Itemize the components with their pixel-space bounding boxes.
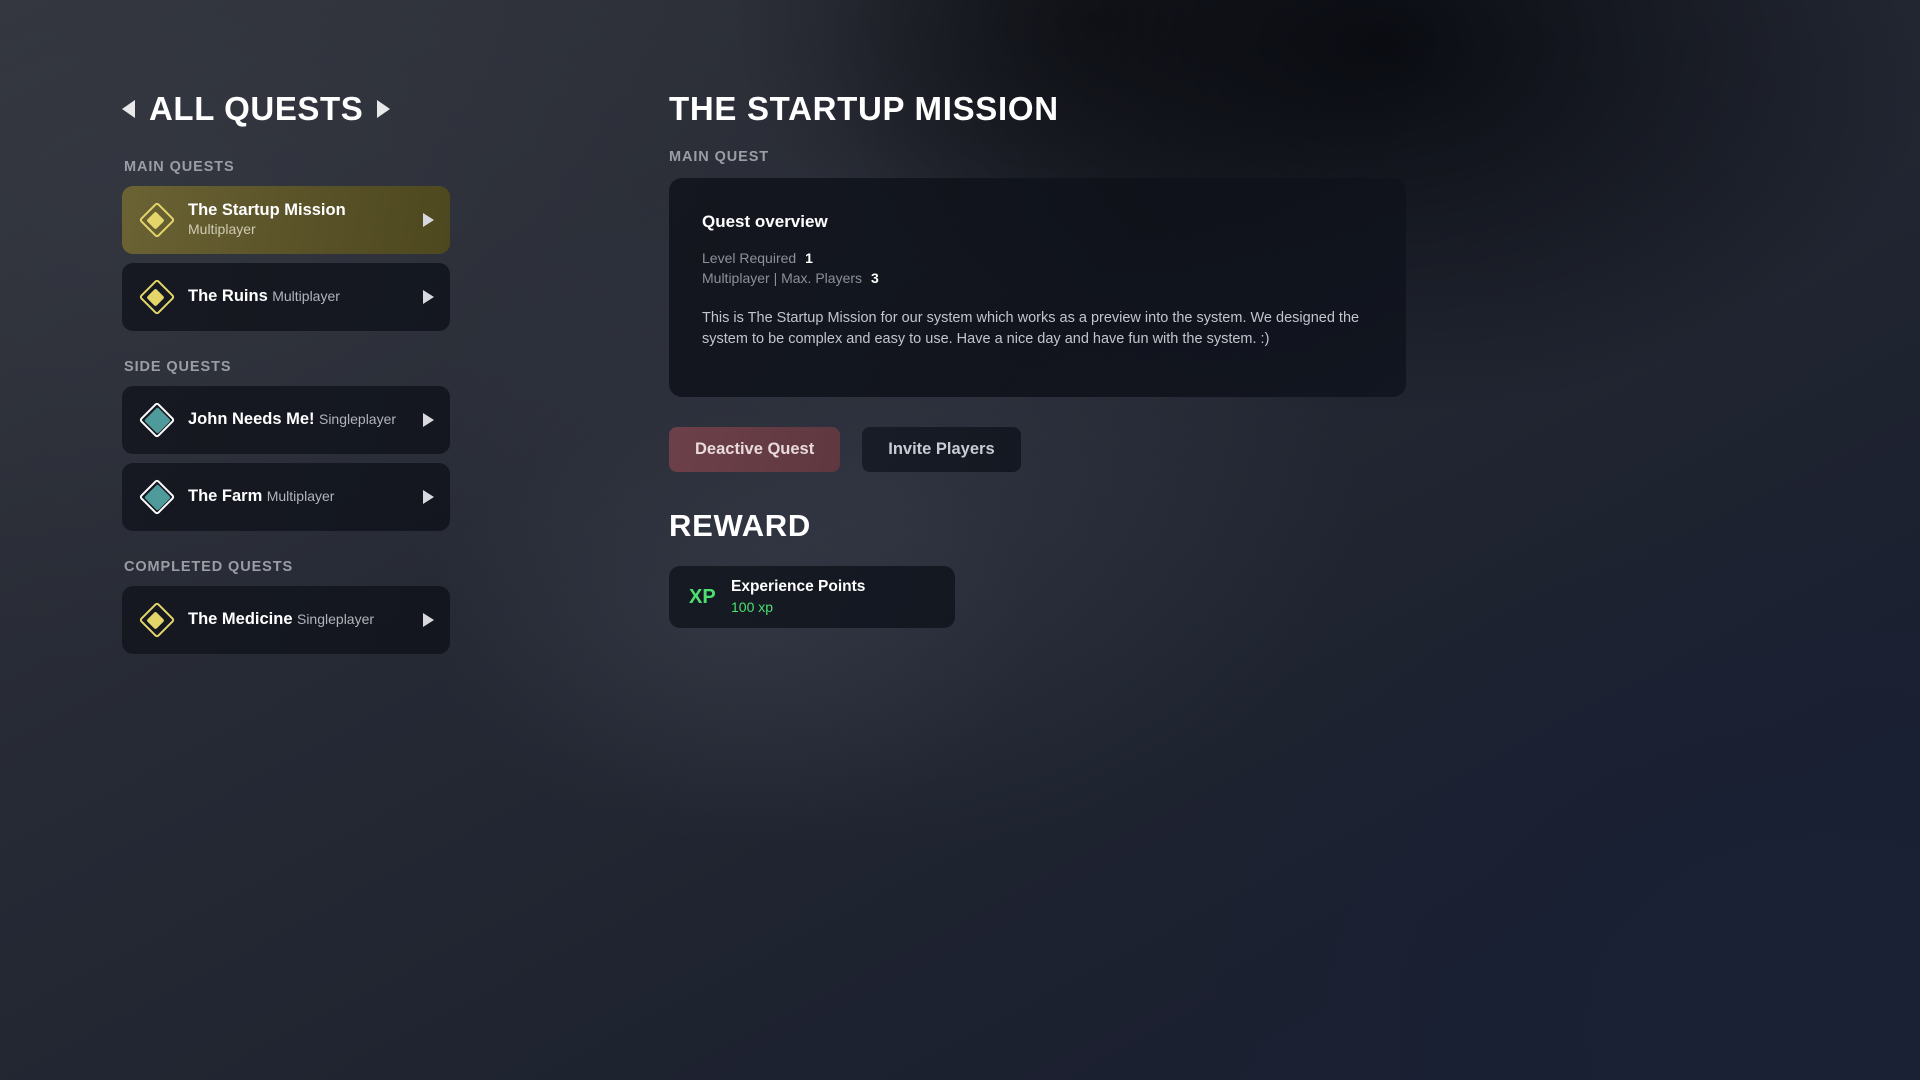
diamond-outline-icon — [138, 601, 176, 639]
reward-item-amount: 100 xp — [731, 599, 774, 616]
triangle-right-icon[interactable] — [423, 290, 434, 304]
group-label: SIDE QUESTS — [124, 359, 232, 375]
quest-item-texts: John Needs Me! Singleplayer — [174, 410, 415, 430]
quest-item-texts: The Startup Mission Multiplayer — [174, 201, 415, 239]
group-label: COMPLETED QUESTS — [124, 559, 294, 575]
quest-group-side: SIDE QUESTS John Needs Me! Singleplayer … — [122, 359, 542, 531]
quest-detail-kicker: MAIN QUEST — [669, 149, 770, 165]
quest-item-texts: The Farm Multiplayer — [174, 487, 415, 507]
reward-heading: REWARD — [669, 508, 811, 543]
quest-action-buttons: Deactive Quest Invite Players — [669, 427, 1849, 472]
quest-item-mode: Multiplayer — [188, 220, 256, 237]
quest-item-name: The Medicine — [188, 610, 293, 629]
quest-item-the-medicine[interactable]: The Medicine Singleplayer — [122, 586, 450, 654]
quest-item-the-startup-mission[interactable]: The Startup Mission Multiplayer — [122, 186, 450, 254]
diamond-outline-icon — [138, 201, 176, 239]
quest-item-the-farm[interactable]: The Farm Multiplayer — [122, 463, 450, 531]
triangle-right-icon[interactable] — [377, 99, 391, 118]
xp-badge-icon: XP — [689, 585, 716, 608]
level-required-value: 1 — [805, 250, 813, 266]
max-players-value: 3 — [871, 269, 879, 286]
level-required-row: Level Required 1 — [702, 249, 1374, 269]
quest-item-name: John Needs Me! — [188, 410, 315, 429]
quest-group-main: MAIN QUESTS The Startup Mission Multipla… — [122, 159, 542, 331]
quest-item-mode: Multiplayer — [272, 288, 340, 305]
level-required-label: Level Required — [702, 250, 797, 266]
reward-item-experience-points: XP Experience Points 100 xp — [669, 566, 955, 628]
quest-item-mode: Singleplayer — [296, 611, 375, 628]
quest-item-the-ruins[interactable]: The Ruins Multiplayer — [122, 263, 450, 331]
triangle-left-icon[interactable] — [122, 99, 135, 118]
quest-detail-panel: THE STARTUP MISSION MAIN QUEST Quest ove… — [669, 92, 1849, 628]
quest-item-name: The Ruins — [188, 287, 268, 306]
triangle-right-icon[interactable] — [423, 213, 434, 227]
reward-item-name: Experience Points — [731, 577, 866, 595]
page-title: ALL QUESTS — [149, 90, 364, 127]
quest-item-name: The Startup Mission — [188, 201, 346, 220]
quest-list-panel: ALL QUESTS MAIN QUESTS The Startup Missi… — [122, 92, 542, 663]
quest-detail-title: THE STARTUP MISSION — [669, 90, 1059, 127]
group-label: MAIN QUESTS — [124, 159, 235, 175]
quest-overview-heading: Quest overview — [702, 212, 828, 231]
quest-description: This is The Startup Mission for our syst… — [702, 309, 1360, 347]
triangle-right-icon[interactable] — [423, 613, 434, 627]
triangle-right-icon[interactable] — [423, 413, 434, 427]
quest-item-texts: The Medicine Singleplayer — [174, 610, 415, 630]
diamond-filled-icon — [138, 478, 176, 516]
quest-menu-screen: ALL QUESTS MAIN QUESTS The Startup Missi… — [0, 0, 1920, 1080]
quest-item-texts: The Ruins Multiplayer — [174, 287, 415, 307]
deactivate-quest-button[interactable]: Deactive Quest — [669, 427, 841, 472]
invite-players-button[interactable]: Invite Players — [862, 427, 1021, 472]
quest-group-completed: COMPLETED QUESTS The Medicine Singleplay… — [122, 559, 542, 654]
reward-item-texts: Experience Points 100 xp — [731, 578, 865, 616]
quest-item-mode: Singleplayer — [318, 411, 397, 428]
diamond-filled-icon — [138, 401, 176, 439]
max-players-label: Multiplayer | Max. Players — [702, 269, 863, 286]
max-players-row: Multiplayer | Max. Players 3 — [702, 269, 1374, 289]
quest-list-header: ALL QUESTS — [122, 92, 542, 125]
quest-item-mode: Multiplayer — [266, 488, 335, 505]
quest-item-john-needs-me[interactable]: John Needs Me! Singleplayer — [122, 386, 450, 454]
diamond-outline-icon — [138, 278, 176, 316]
triangle-right-icon[interactable] — [423, 490, 434, 504]
quest-overview-card: Quest overview Level Required 1 Multiplay… — [669, 178, 1406, 397]
quest-item-name: The Farm — [188, 487, 263, 506]
